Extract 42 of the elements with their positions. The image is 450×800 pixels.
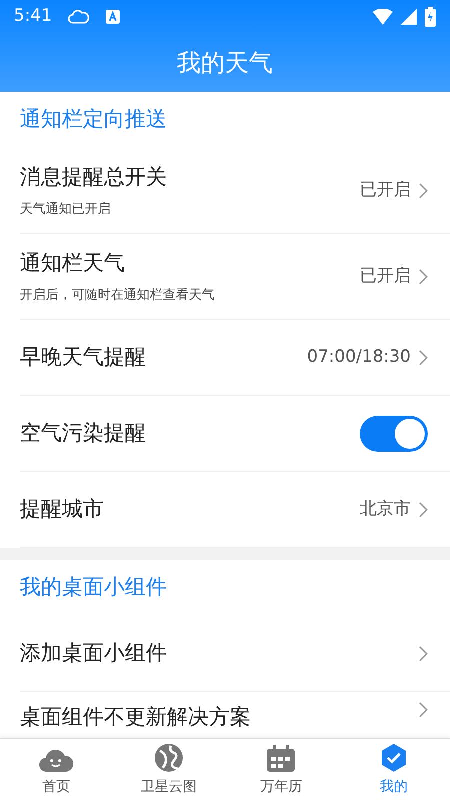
settings-row[interactable]: 添加桌面小组件 <box>20 616 450 692</box>
tab[interactable]: 万年历 <box>225 739 338 800</box>
row-subtitle: 天气通知已开启 <box>20 200 112 218</box>
row-value: 北京市 <box>360 498 411 521</box>
tab[interactable]: 我的 <box>338 739 450 800</box>
row-value: 已开启 <box>360 178 411 202</box>
row-value: 已开启 <box>360 264 411 288</box>
settings-row[interactable]: 早晚天气提醒 07:00/18:30 <box>20 320 450 396</box>
row-subtitle: 开启后，可随时在通知栏查看天气 <box>20 286 216 304</box>
globe-icon <box>154 743 184 773</box>
row-label: 早晚天气提醒 <box>20 344 147 371</box>
row-label: 通知栏天气 <box>20 250 126 277</box>
section-title: 我的桌面小组件 <box>20 574 167 602</box>
chevron-icon <box>419 702 428 718</box>
row-label: 空气污染提醒 <box>20 420 147 447</box>
signal-icon <box>401 9 417 25</box>
battery-icon <box>425 7 436 27</box>
chevron-icon <box>419 268 428 284</box>
page-title: 我的天气 <box>177 48 273 79</box>
tab[interactable]: 卫星云图 <box>112 739 225 800</box>
chevron-icon <box>419 502 428 518</box>
chevron-icon <box>419 646 428 662</box>
settings-row[interactable]: 桌面组件不更新解决方案 <box>20 692 450 738</box>
chevron-icon <box>419 182 428 198</box>
cloud-icon <box>68 9 90 25</box>
row-value: 07:00/18:30 <box>307 346 411 369</box>
row-label: 消息提醒总开关 <box>20 164 168 191</box>
chevron-icon <box>419 350 428 366</box>
calendar-icon <box>266 745 296 773</box>
cloud-face-icon <box>39 747 74 773</box>
toggle-switch[interactable] <box>360 416 428 452</box>
keyboard-icon <box>106 10 120 24</box>
settings-row[interactable]: 空气污染提醒 <box>20 396 450 472</box>
row-label: 提醒城市 <box>20 496 105 523</box>
status-time: 5:41 <box>14 5 52 28</box>
row-label: 添加桌面小组件 <box>20 640 168 667</box>
tab[interactable]: 首页 <box>0 739 112 800</box>
wifi-icon <box>373 9 393 25</box>
section-title: 通知栏定向推送 <box>20 106 167 134</box>
settings-row[interactable]: 消息提醒总开关 天气通知已开启 已开启 <box>20 148 450 234</box>
row-label: 桌面组件不更新解决方案 <box>20 704 252 731</box>
settings-row[interactable]: 通知栏天气 开启后，可随时在通知栏查看天气 已开启 <box>20 234 450 320</box>
